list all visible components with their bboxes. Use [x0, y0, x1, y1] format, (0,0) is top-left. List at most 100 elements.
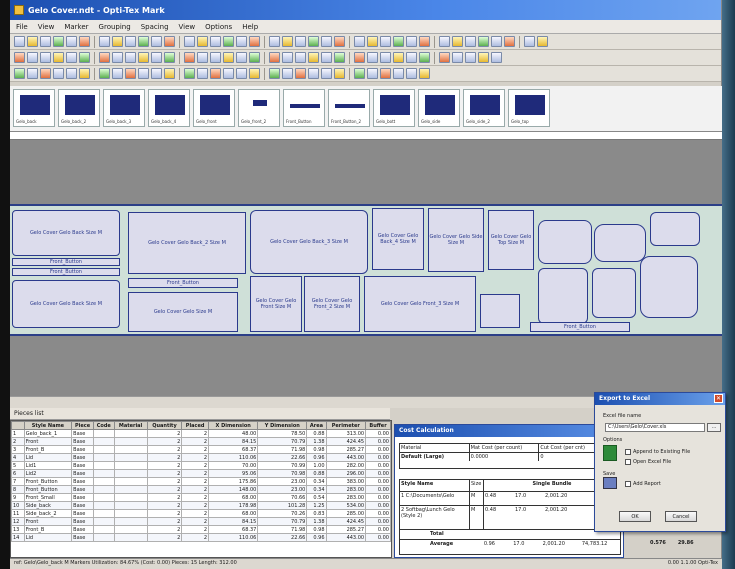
toolbar-button-icon[interactable]: [53, 52, 64, 63]
table-cell[interactable]: 2: [181, 429, 210, 438]
table-cell[interactable]: Front_Button: [23, 477, 73, 486]
toolbar-button-icon[interactable]: [138, 36, 149, 47]
table-cell[interactable]: Base: [71, 477, 95, 486]
marker-layout[interactable]: Gelo Cover Gelo Back Size M Front_Button…: [10, 204, 722, 336]
table-cell[interactable]: 2: [146, 445, 183, 454]
pattern-piece[interactable]: Gelo Cover Gelo Back_4 Size M: [372, 208, 424, 270]
table-cell[interactable]: Base: [71, 469, 95, 478]
table-cell[interactable]: 23.00: [257, 477, 308, 486]
table-cell[interactable]: 2: [181, 485, 210, 494]
material-value[interactable]: Default (Large): [400, 453, 470, 461]
table-cell[interactable]: 2: [181, 509, 210, 518]
table-cell[interactable]: Base: [71, 525, 95, 534]
pattern-piece[interactable]: Gelo Cover Gelo Front_2 Size M: [304, 276, 360, 332]
toolbar-button-icon[interactable]: [125, 52, 136, 63]
table-cell[interactable]: 22.66: [257, 533, 308, 542]
pattern-piece[interactable]: [594, 224, 646, 262]
table-cell[interactable]: Base: [71, 517, 95, 526]
toolbar-button-icon[interactable]: [295, 52, 306, 63]
toolbar-button-icon[interactable]: [164, 52, 175, 63]
toolbar-button-icon[interactable]: [334, 36, 345, 47]
table-cell[interactable]: 0.88: [306, 429, 327, 438]
table-cell[interactable]: 68.00: [208, 509, 259, 518]
table-cell[interactable]: 2: [146, 469, 183, 478]
toolbar-button-icon[interactable]: [439, 36, 450, 47]
table-cell[interactable]: 175.86: [208, 477, 259, 486]
open-excel-checkbox[interactable]: [625, 459, 631, 465]
toolbar-button-icon[interactable]: [367, 68, 378, 79]
table-row[interactable]: 1 Gelo_back_1 Base 2 2 48.00 78.50 0.88 313.00 0.…: [11, 429, 391, 438]
toolbar-button-icon[interactable]: [151, 36, 162, 47]
table-cell[interactable]: Base: [71, 533, 95, 542]
table-cell[interactable]: Base: [71, 485, 95, 494]
table-cell[interactable]: Front_B: [23, 525, 73, 534]
toolbar-button-icon[interactable]: [393, 52, 404, 63]
toolbar-button-icon[interactable]: [465, 36, 476, 47]
toolbar-button-icon[interactable]: [406, 68, 417, 79]
toolbar-button-icon[interactable]: [151, 68, 162, 79]
table-cell[interactable]: Lid2: [23, 469, 73, 478]
toolbar-button-icon[interactable]: [354, 52, 365, 63]
toolbar-button-icon[interactable]: [452, 36, 463, 47]
table-cell[interactable]: 148.00: [208, 485, 259, 494]
table-row[interactable]: 12 Front Base 2 2 84.15 70.79 1.38 424.45 0.00: [11, 517, 391, 526]
menu-view-2[interactable]: View: [179, 23, 196, 31]
table-cell[interactable]: 2: [146, 429, 183, 438]
table-cell[interactable]: [113, 533, 148, 542]
table-cell[interactable]: 68.00: [208, 493, 259, 502]
menu-file[interactable]: File: [16, 23, 28, 31]
column-header[interactable]: Area: [306, 421, 327, 430]
toolbar-button-icon[interactable]: [295, 68, 306, 79]
toolbar-button-icon[interactable]: [269, 36, 280, 47]
table-cell[interactable]: 2: [146, 533, 183, 542]
piece-thumbnail[interactable]: Front_Button_2: [328, 89, 370, 127]
table-cell[interactable]: 70.98: [257, 469, 308, 478]
table-cell[interactable]: 178.98: [208, 501, 259, 510]
toolbar-button-icon[interactable]: [393, 68, 404, 79]
table-cell[interactable]: 2: [146, 461, 183, 470]
table-cell[interactable]: 23.00: [257, 485, 308, 494]
toolbar-button-icon[interactable]: [354, 68, 365, 79]
table-cell[interactable]: [93, 437, 115, 446]
table-cell[interactable]: Lid: [23, 533, 73, 542]
piece-thumbnail[interactable]: Gelo_bott: [373, 89, 415, 127]
pattern-piece[interactable]: Gelo Cover Gelo Back_2 Size M: [128, 212, 246, 274]
toolbar-button-icon[interactable]: [40, 52, 51, 63]
table-cell[interactable]: 2: [146, 485, 183, 494]
toolbar-button-icon[interactable]: [27, 52, 38, 63]
table-cell[interactable]: 70.79: [257, 437, 308, 446]
piece-thumbnail[interactable]: Gelo_back_4: [148, 89, 190, 127]
table-cell[interactable]: 0.00: [365, 485, 391, 494]
table-cell[interactable]: 110.06: [208, 453, 259, 462]
table-cell[interactable]: 110.06: [208, 533, 259, 542]
table-cell[interactable]: 0.00: [365, 429, 391, 438]
toolbar-button-icon[interactable]: [537, 36, 548, 47]
menu-grouping[interactable]: Grouping: [99, 23, 131, 31]
table-cell[interactable]: Front: [23, 437, 73, 446]
table-cell[interactable]: 2: [11, 437, 25, 446]
table-cell[interactable]: 2: [146, 477, 183, 486]
table-row[interactable]: 5 Lid1 Base 2 2 70.00 70.99 1.00 282.00 0.00: [11, 461, 391, 470]
toolbar-button-icon[interactable]: [465, 52, 476, 63]
table-cell[interactable]: Front_Button: [23, 485, 73, 494]
table-cell[interactable]: 1.38: [306, 437, 327, 446]
toolbar-button-icon[interactable]: [184, 52, 195, 63]
toolbar-button-icon[interactable]: [184, 68, 195, 79]
toolbar-button-icon[interactable]: [491, 36, 502, 47]
toolbar-button-icon[interactable]: [236, 36, 247, 47]
browse-button[interactable]: ...: [707, 423, 721, 432]
table-row[interactable]: 11 Side_back_2 Base 2 2 68.00 70.26 0.83 285.00 0…: [11, 509, 391, 518]
menu-help[interactable]: Help: [242, 23, 258, 31]
toolbar-button-icon[interactable]: [491, 52, 502, 63]
table-cell[interactable]: 0.00: [365, 493, 391, 502]
table-cell[interactable]: 0.00: [365, 453, 391, 462]
table-cell[interactable]: 14: [11, 533, 25, 542]
table-cell[interactable]: 285.27: [325, 525, 367, 534]
table-cell[interactable]: 0.00: [365, 517, 391, 526]
toolbar-button-icon[interactable]: [14, 68, 25, 79]
table-cell[interactable]: 443.00: [325, 453, 367, 462]
toolbar-button-icon[interactable]: [112, 36, 123, 47]
toolbar-button-icon[interactable]: [419, 68, 430, 79]
toolbar-button-icon[interactable]: [197, 36, 208, 47]
table-cell[interactable]: 95.06: [208, 469, 259, 478]
